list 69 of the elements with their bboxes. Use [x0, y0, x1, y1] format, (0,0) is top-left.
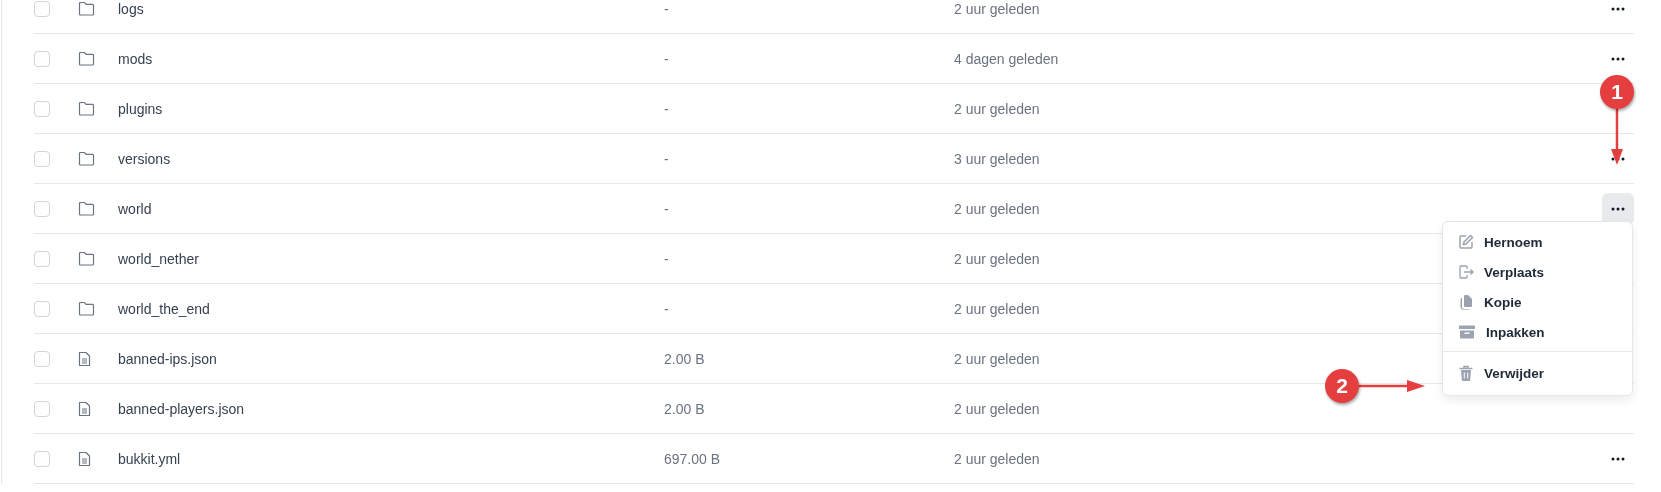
modified-time: 4 dagen geleden [954, 50, 1059, 67]
file-size: - [664, 200, 669, 217]
step-badge: 1 [1600, 75, 1634, 109]
file-name[interactable]: plugins [118, 100, 163, 117]
file-size: 2.00 B [664, 350, 705, 367]
folder-icon [78, 301, 95, 316]
modified-time: 2 uur geleden [954, 350, 1040, 367]
file-name[interactable]: banned-ips.json [118, 350, 217, 367]
file-size: - [664, 50, 669, 67]
file-name[interactable]: world_nether [118, 250, 199, 267]
file-name[interactable]: bukkit.yml [118, 450, 181, 467]
file-size: 697.00 B [664, 450, 721, 467]
file-size: - [664, 150, 669, 167]
ellipsis-icon [1611, 456, 1625, 461]
row-checkbox[interactable] [34, 350, 50, 367]
row-checkbox[interactable] [34, 250, 50, 267]
file-name[interactable]: logs [118, 0, 144, 17]
file-name[interactable]: versions [118, 150, 171, 167]
row-checkbox[interactable] [34, 0, 50, 17]
file-name[interactable]: mods [118, 50, 153, 67]
row-checkbox[interactable] [34, 100, 50, 117]
row-checkbox[interactable] [34, 400, 50, 417]
edit-icon [1458, 234, 1474, 250]
ellipsis-icon [1611, 56, 1625, 61]
file-name[interactable]: world_the_end [118, 300, 210, 317]
annotation-arrow [1357, 379, 1427, 393]
modified-time: 2 uur geleden [954, 250, 1040, 267]
folder-icon [78, 51, 95, 66]
file-size: 2.00 B [664, 400, 705, 417]
modified-time: 2 uur geleden [954, 100, 1040, 117]
file-icon [78, 450, 91, 467]
file-name[interactable]: world [118, 200, 152, 217]
modified-time: 2 uur geleden [954, 0, 1040, 17]
folder-icon [78, 1, 95, 16]
step-badge: 2 [1325, 369, 1359, 403]
ellipsis-icon [1611, 206, 1625, 211]
more-button[interactable] [1602, 192, 1634, 225]
row-checkbox[interactable] [34, 200, 50, 217]
file-size: - [664, 100, 669, 117]
folder-icon [78, 101, 95, 116]
file-icon [78, 400, 91, 417]
menu-item[interactable]: Inpakken [1443, 317, 1632, 347]
menu-item[interactable]: Verwijder [1443, 357, 1632, 390]
ellipsis-icon [1611, 6, 1625, 11]
row-checkbox[interactable] [34, 150, 50, 167]
file-size: - [664, 300, 669, 317]
file-name[interactable]: banned-players.json [118, 400, 245, 417]
row-checkbox[interactable] [34, 50, 50, 67]
menu-item[interactable]: Verplaats [1443, 257, 1632, 287]
menu-item[interactable]: Kopie [1443, 287, 1632, 317]
file-size: - [664, 0, 669, 17]
file-icon [78, 350, 91, 367]
modified-time: 2 uur geleden [954, 200, 1040, 217]
archive-icon [1458, 324, 1476, 340]
file-size: - [664, 250, 669, 267]
copy-icon [1458, 294, 1474, 310]
trash-icon [1458, 365, 1474, 382]
folder-icon [78, 251, 95, 266]
row-checkbox[interactable] [34, 300, 50, 317]
row-checkbox[interactable] [34, 450, 50, 467]
folder-icon [78, 151, 95, 166]
modified-time: 2 uur geleden [954, 300, 1040, 317]
annotation-arrow [1610, 107, 1624, 167]
modified-time: 3 uur geleden [954, 150, 1040, 167]
modified-time: 2 uur geleden [954, 450, 1040, 467]
menu-item[interactable]: Hernoem [1443, 227, 1632, 257]
folder-icon [78, 201, 95, 216]
exit-icon [1458, 264, 1474, 280]
modified-time: 2 uur geleden [954, 400, 1040, 417]
